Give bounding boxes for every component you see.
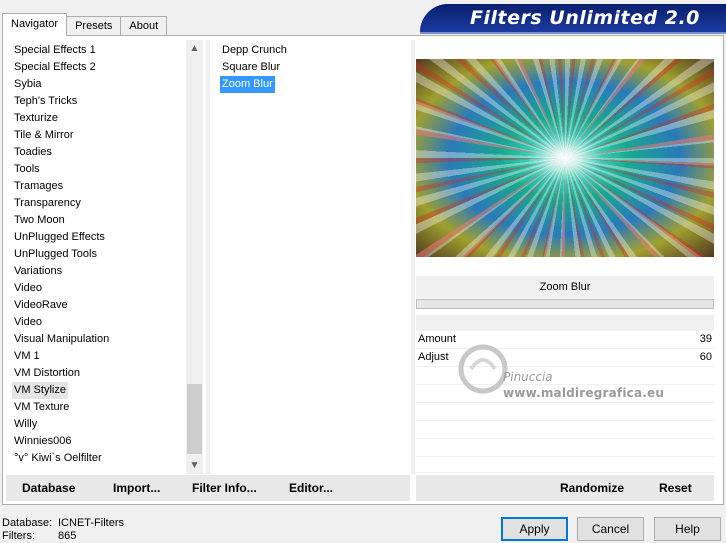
category-list[interactable]: Special Effects 1 Special Effects 2 Sybi… — [6, 40, 204, 474]
category-item[interactable]: Transparency — [12, 195, 83, 212]
database-button[interactable]: Database — [22, 481, 75, 495]
progress-bar — [416, 299, 714, 309]
param-label: Adjust — [418, 351, 449, 363]
apply-button[interactable]: Apply — [501, 517, 568, 541]
category-item[interactable]: Variations — [12, 263, 64, 280]
tab-navigator[interactable]: Navigator — [2, 13, 68, 36]
reset-button[interactable]: Reset — [659, 481, 692, 495]
filter-list[interactable]: Depp Crunch Square Blur Zoom Blur — [212, 40, 410, 474]
banner-underline — [420, 32, 726, 34]
category-item[interactable]: Visual Manipulation — [12, 331, 111, 348]
category-item[interactable]: VM 1 — [12, 348, 42, 365]
filters-status-value: 865 — [58, 530, 77, 542]
scroll-up-icon[interactable]: ▲ — [186, 40, 203, 57]
preview-image — [416, 59, 714, 257]
category-item[interactable]: Two Moon — [12, 212, 67, 229]
preview-glow — [416, 59, 714, 257]
category-item[interactable]: Special Effects 2 — [12, 59, 98, 76]
category-item[interactable]: VM Texture — [12, 399, 71, 416]
param-row-amount[interactable]: Amount 39 — [416, 331, 714, 348]
randomize-button[interactable]: Randomize — [560, 481, 624, 495]
scroll-thumb[interactable] — [187, 384, 202, 454]
category-item[interactable]: Video — [12, 314, 44, 331]
category-item-selected[interactable]: VM Stylize — [12, 382, 68, 399]
tab-presets[interactable]: Presets — [66, 16, 122, 36]
param-label: Amount — [418, 333, 456, 345]
database-status-value: ICNET-Filters — [58, 517, 124, 529]
param-value: 39 — [699, 333, 712, 345]
category-item[interactable]: Tramages — [12, 178, 65, 195]
left-button-row: Database Import... Filter Info... Editor… — [6, 475, 410, 501]
category-item[interactable]: °v° Kiwi`s Oelfilter — [12, 450, 104, 467]
app-banner: Filters Unlimited 2.0 — [420, 4, 726, 32]
filter-item[interactable]: Square Blur — [220, 59, 282, 76]
database-status-label: Database: — [2, 517, 53, 529]
param-row-empty[interactable] — [416, 403, 714, 420]
list-divider — [206, 40, 210, 474]
filter-name-label: Zoom Blur — [416, 276, 714, 298]
category-item[interactable]: UnPlugged Effects — [12, 229, 107, 246]
category-scrollbar[interactable]: ▲ ▼ — [186, 40, 203, 474]
param-row-adjust[interactable]: Adjust 60 — [416, 349, 714, 366]
category-item[interactable]: VideoRave — [12, 297, 70, 314]
category-item[interactable]: Video — [12, 280, 44, 297]
param-row-empty[interactable] — [416, 421, 714, 438]
param-row-empty[interactable] — [416, 385, 714, 402]
category-item[interactable]: Teph's Tricks — [12, 93, 79, 110]
cancel-button[interactable]: Cancel — [577, 517, 644, 541]
category-item[interactable]: Willy — [12, 416, 39, 433]
param-row-empty[interactable] — [416, 439, 714, 456]
param-value: 60 — [699, 351, 712, 363]
filters-status-label: Filters: — [2, 530, 35, 542]
param-row-empty[interactable] — [416, 457, 714, 472]
param-row-empty[interactable] — [416, 367, 714, 384]
filter-item-selected[interactable]: Zoom Blur — [220, 76, 275, 93]
category-item[interactable]: Sybia — [12, 76, 44, 93]
import-button[interactable]: Import... — [113, 481, 160, 495]
tab-about[interactable]: About — [120, 16, 168, 36]
category-item[interactable]: Tile & Mirror — [12, 127, 75, 144]
right-button-row: Randomize Reset — [416, 475, 714, 501]
scroll-down-icon[interactable]: ▼ — [186, 457, 203, 474]
filter-item[interactable]: Depp Crunch — [220, 42, 289, 59]
tab-bar: Navigator Presets About — [2, 13, 168, 36]
panel-divider — [411, 40, 415, 474]
category-item[interactable]: Special Effects 1 — [12, 42, 98, 59]
banner-title: Filters Unlimited 2.0 — [470, 7, 700, 29]
category-item[interactable]: VM Distortion — [12, 365, 82, 382]
category-item[interactable]: UnPlugged Tools — [12, 246, 99, 263]
category-item[interactable]: Tools — [12, 161, 42, 178]
help-button[interactable]: Help — [654, 517, 721, 541]
filter-info-button[interactable]: Filter Info... — [192, 481, 257, 495]
category-item[interactable]: Toadies — [12, 144, 54, 161]
category-item[interactable]: Winnies006 — [12, 433, 73, 450]
editor-button[interactable]: Editor... — [289, 481, 333, 495]
category-item[interactable]: Texturize — [12, 110, 60, 127]
